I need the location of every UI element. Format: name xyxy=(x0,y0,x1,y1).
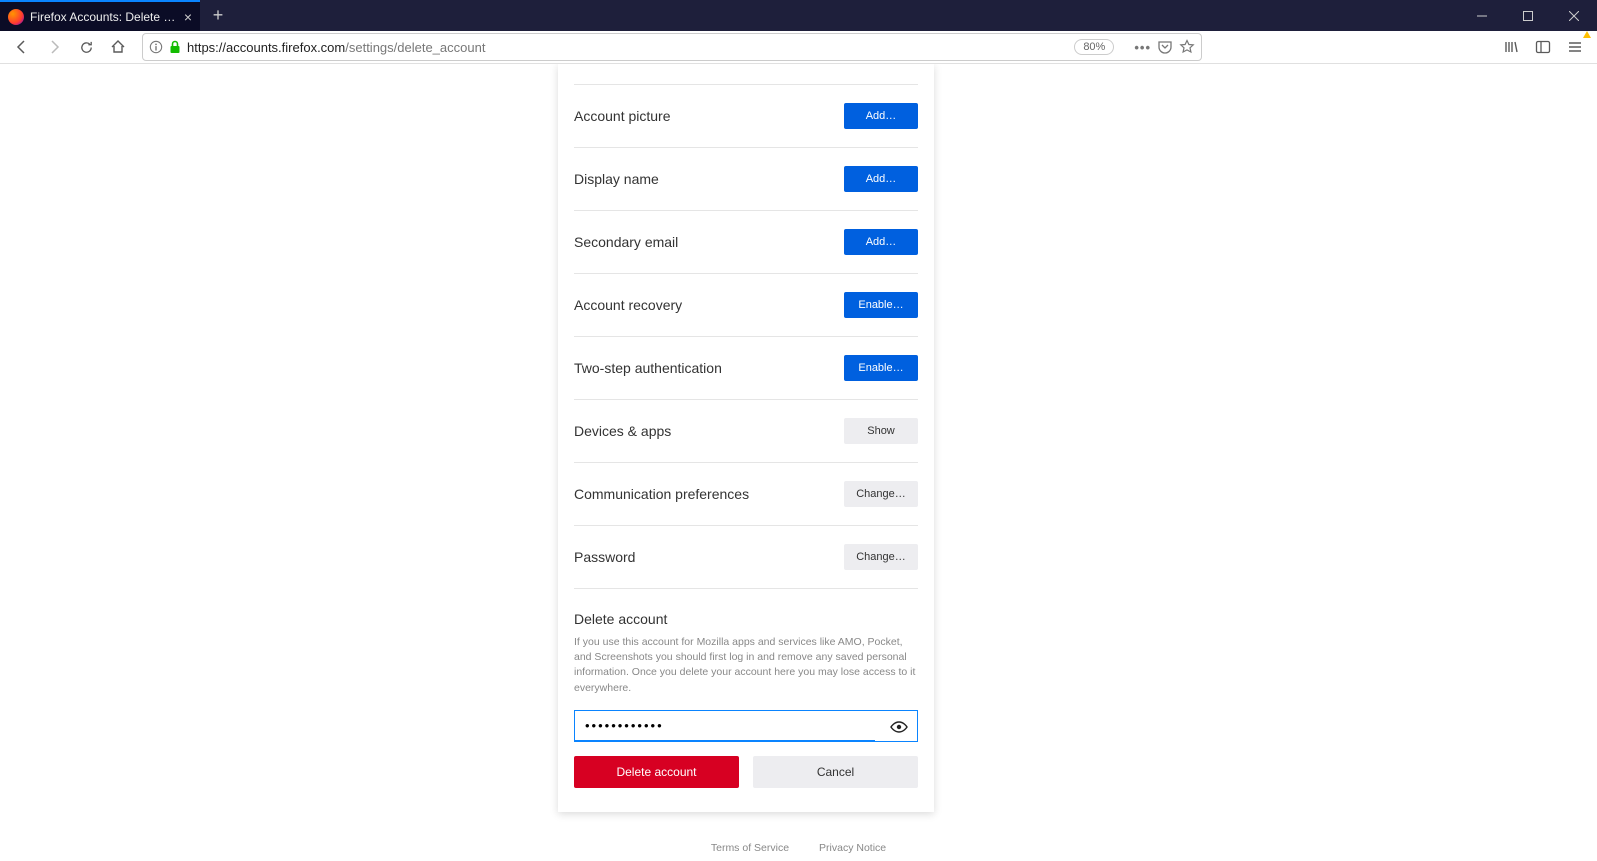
settings-row-label: Communication preferences xyxy=(574,486,749,502)
settings-row-action-button[interactable]: Add… xyxy=(844,166,918,192)
new-tab-button[interactable]: + xyxy=(200,0,236,31)
settings-row-label: Display name xyxy=(574,171,659,187)
settings-row-account-picture: Account picture Add… xyxy=(574,84,918,148)
privacy-link[interactable]: Privacy Notice xyxy=(819,842,886,854)
url-text: https://accounts.firefox.com/settings/de… xyxy=(187,40,1068,55)
window-close-button[interactable] xyxy=(1551,0,1597,31)
firefox-favicon-icon xyxy=(8,9,24,25)
settings-row-label: Two-step authentication xyxy=(574,360,722,376)
settings-row-action-button[interactable]: Change… xyxy=(844,544,918,570)
delete-account-button[interactable]: Delete account xyxy=(574,756,739,788)
sidebar-icon[interactable] xyxy=(1529,33,1557,61)
settings-row-action-button[interactable]: Enable… xyxy=(844,292,918,318)
settings-row-action-button[interactable]: Change… xyxy=(844,481,918,507)
settings-row-two-step-authentication: Two-step authentication Enable… xyxy=(574,337,918,400)
url-bar[interactable]: https://accounts.firefox.com/settings/de… xyxy=(142,33,1202,61)
settings-row-label: Devices & apps xyxy=(574,423,671,439)
settings-row-label: Password xyxy=(574,549,635,565)
settings-row-devices-apps: Devices & apps Show xyxy=(574,400,918,463)
footer-links: Terms of Service Privacy Notice xyxy=(711,842,886,854)
home-button[interactable] xyxy=(104,33,132,61)
settings-row-label: Account picture xyxy=(574,108,671,124)
tab-title: Firefox Accounts: Delete accou xyxy=(30,10,178,24)
show-password-icon[interactable] xyxy=(889,717,909,737)
password-field-wrapper xyxy=(574,710,918,742)
cancel-button[interactable]: Cancel xyxy=(753,756,918,788)
settings-row-label: Account recovery xyxy=(574,297,682,313)
pocket-icon[interactable] xyxy=(1157,39,1173,55)
app-menu-icon[interactable] xyxy=(1561,33,1589,61)
library-icon[interactable] xyxy=(1497,33,1525,61)
back-button[interactable] xyxy=(8,33,36,61)
settings-row-password: Password Change… xyxy=(574,526,918,589)
settings-row-secondary-email: Secondary email Add… xyxy=(574,211,918,274)
reload-button[interactable] xyxy=(72,33,100,61)
settings-row-display-name: Display name Add… xyxy=(574,148,918,211)
forward-button[interactable] xyxy=(40,33,68,61)
titlebar: Firefox Accounts: Delete accou × + xyxy=(0,0,1597,31)
password-input[interactable] xyxy=(585,718,883,733)
bookmark-star-icon[interactable] xyxy=(1179,39,1195,55)
settings-card: Account pictureAdd…Display nameAdd…Secon… xyxy=(558,64,934,812)
page-content: ︿ Account pictureAdd…Display nameAdd…Sec… xyxy=(0,64,1597,861)
browser-tab[interactable]: Firefox Accounts: Delete accou × xyxy=(0,0,200,31)
window-minimize-button[interactable] xyxy=(1459,0,1505,31)
zoom-indicator[interactable]: 80% xyxy=(1074,39,1114,55)
page-info-icon[interactable] xyxy=(149,40,163,54)
settings-row-action-button[interactable]: Add… xyxy=(844,229,918,255)
settings-row-communication-preferences: Communication preferences Change… xyxy=(574,463,918,526)
window-maximize-button[interactable] xyxy=(1505,0,1551,31)
settings-row-account-recovery: Account recovery Enable… xyxy=(574,274,918,337)
delete-account-title: Delete account xyxy=(574,611,918,627)
page-actions-icon[interactable]: ••• xyxy=(1134,40,1151,55)
settings-row-action-button[interactable]: Add… xyxy=(844,103,918,129)
terms-link[interactable]: Terms of Service xyxy=(711,842,789,854)
settings-row-label: Secondary email xyxy=(574,234,678,250)
settings-row-action-button[interactable]: Show xyxy=(844,418,918,444)
lock-icon[interactable] xyxy=(169,40,181,54)
delete-account-help: If you use this account for Mozilla apps… xyxy=(574,635,918,696)
tab-close-icon[interactable]: × xyxy=(184,9,192,25)
settings-row-action-button[interactable]: Enable… xyxy=(844,355,918,381)
navigation-toolbar: https://accounts.firefox.com/settings/de… xyxy=(0,31,1597,64)
